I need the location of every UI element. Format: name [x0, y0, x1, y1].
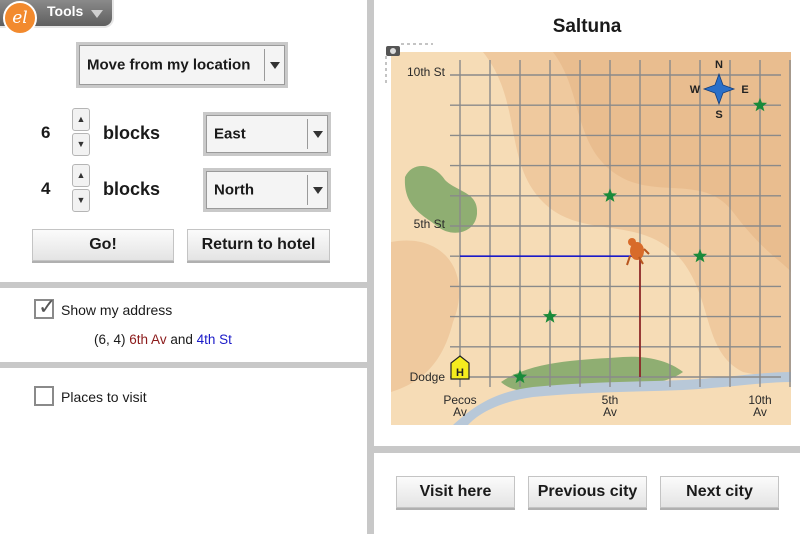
step1-direction-value: East: [214, 125, 246, 143]
street-label-dodge: Dodge: [410, 370, 446, 384]
step1-decrement-button[interactable]: ▼: [72, 133, 90, 156]
caret-down-icon: [91, 10, 103, 18]
places-to-visit-checkbox[interactable]: [34, 386, 54, 406]
places-to-visit-label: Places to visit: [61, 389, 147, 405]
hotel-letter: H: [456, 367, 464, 379]
places-panel: [0, 368, 367, 534]
step2-unit-label: blocks: [103, 179, 161, 199]
chevron-down-icon: [313, 187, 323, 194]
step2-count: 4: [41, 179, 51, 198]
step1-unit-label: blocks: [103, 123, 161, 143]
step2-decrement-button[interactable]: ▼: [72, 189, 90, 212]
visit-here-button[interactable]: Visit here: [396, 476, 515, 508]
move-mode-select[interactable]: Move from my location: [76, 42, 288, 88]
tools-menu[interactable]: el Tools: [0, 0, 114, 35]
previous-city-button[interactable]: Previous city: [528, 476, 647, 508]
step2-direction-select[interactable]: North: [203, 168, 331, 212]
show-address-checkbox[interactable]: ✓: [34, 295, 56, 320]
go-button[interactable]: Go!: [32, 229, 174, 261]
dropdown-divider: [307, 175, 308, 205]
step2-increment-button[interactable]: ▲: [72, 164, 90, 187]
street-label-10th: 10th St: [407, 65, 446, 79]
avenue-label-5th-suffix: Av: [603, 405, 617, 419]
chevron-down-icon: [270, 62, 280, 69]
avenue-label-pecos-suffix: Av: [453, 405, 467, 419]
step1-stepper[interactable]: ▲ ▼: [72, 108, 90, 156]
explorelearning-logo-icon: el: [3, 1, 37, 35]
checkmark-icon: ✓: [38, 295, 57, 320]
address-coords: (6, 4): [94, 332, 126, 347]
city-title: Saltuna: [552, 16, 622, 37]
compass-south: S: [715, 109, 722, 121]
dropdown-divider: [264, 49, 265, 81]
address-connector: and: [170, 332, 193, 347]
address-readout: (6, 4) 6th Av and 4th St: [94, 332, 232, 347]
step1-direction-select[interactable]: East: [203, 112, 331, 156]
tools-label: Tools: [47, 3, 84, 19]
street-label-5th: 5th St: [414, 217, 446, 231]
compass-north: N: [715, 59, 723, 71]
city-map[interactable]: H N S E W 10th St 5th St Dodge Pecos Av …: [383, 42, 793, 427]
step1-increment-button[interactable]: ▲: [72, 108, 90, 131]
avenue-label-10th-suffix: Av: [753, 405, 767, 419]
dropdown-divider: [307, 119, 308, 149]
step2-stepper[interactable]: ▲ ▼: [72, 164, 90, 212]
next-city-button[interactable]: Next city: [660, 476, 779, 508]
step2-direction-value: North: [214, 181, 254, 199]
compass-east: E: [741, 84, 748, 96]
return-to-hotel-button[interactable]: Return to hotel: [187, 229, 330, 261]
step1-count: 6: [41, 123, 51, 142]
compass-west: W: [690, 84, 701, 96]
address-street: 4th St: [196, 332, 232, 347]
address-avenue: 6th Av: [129, 332, 167, 347]
show-address-label: Show my address: [61, 302, 173, 318]
move-mode-value: Move from my location: [87, 56, 251, 74]
chevron-down-icon: [313, 131, 323, 138]
